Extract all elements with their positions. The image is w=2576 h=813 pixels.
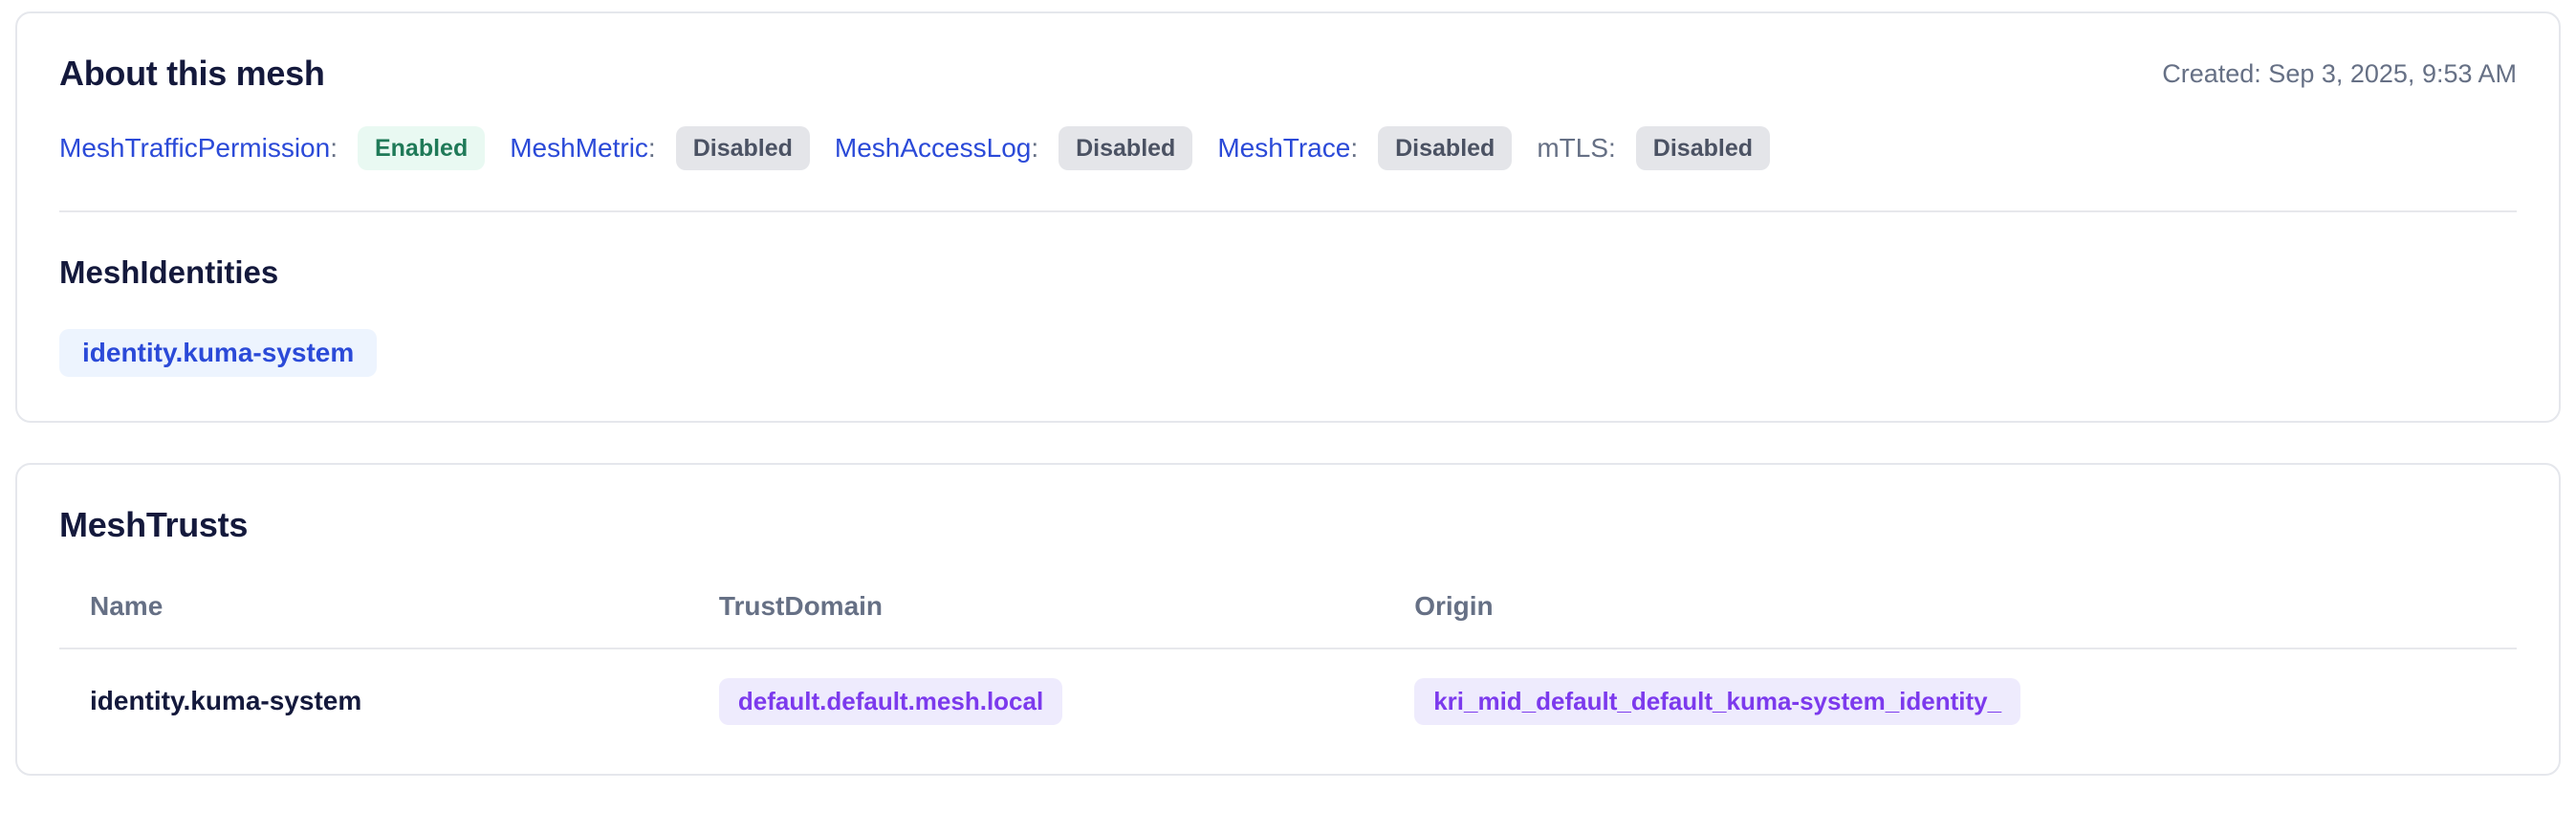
feature-mesh-metric: MeshMetric: Disabled	[510, 126, 810, 170]
colon-separator: :	[330, 133, 338, 163]
column-header-origin: Origin	[1384, 556, 2517, 649]
status-badge-disabled: Disabled	[1059, 126, 1193, 170]
status-badge-disabled: Disabled	[1635, 126, 1770, 170]
feature-label: MeshMetric:	[510, 133, 655, 164]
trust-name: identity.kuma-system	[90, 686, 362, 716]
mesh-traffic-permission-link[interactable]: MeshTrafficPermission	[59, 133, 330, 163]
feature-label: MeshAccessLog:	[835, 133, 1038, 164]
feature-mesh-trace: MeshTrace: Disabled	[1217, 126, 1513, 170]
mesh-trusts-card: MeshTrusts Name TrustDomain Origin ident…	[15, 462, 2561, 776]
mesh-identities-heading: MeshIdentities	[59, 254, 279, 290]
mtls-label: mTLS	[1537, 133, 1609, 163]
colon-separator: :	[1031, 133, 1039, 163]
feature-mesh-access-log: MeshAccessLog: Disabled	[835, 126, 1193, 170]
mesh-feature-list: MeshTrafficPermission: Enabled MeshMetri…	[59, 126, 2517, 170]
column-header-name: Name	[59, 556, 688, 649]
mesh-identities-list: identity.kuma-system	[59, 329, 2517, 377]
table-header-row: Name TrustDomain Origin	[59, 556, 2517, 649]
status-badge-disabled: Disabled	[675, 126, 810, 170]
trusts-card-title: MeshTrusts	[59, 504, 249, 544]
table-row: identity.kuma-system default.default.mes…	[59, 648, 2517, 758]
about-card-header: About this mesh Created: Sep 3, 2025, 9:…	[59, 54, 2517, 94]
about-card-title: About this mesh	[59, 54, 325, 93]
status-badge-disabled: Disabled	[1378, 126, 1513, 170]
feature-mesh-traffic-permission: MeshTrafficPermission: Enabled	[59, 126, 486, 170]
cell-name: identity.kuma-system	[59, 648, 688, 758]
colon-separator: :	[1608, 133, 1616, 163]
identity-tag: identity.kuma-system	[59, 329, 378, 377]
column-header-trust-domain: TrustDomain	[688, 556, 1385, 649]
colon-separator: :	[647, 133, 656, 163]
origin-tag: kri_mid_default_default_kuma-system_iden…	[1414, 677, 2021, 725]
about-mesh-card: About this mesh Created: Sep 3, 2025, 9:…	[15, 11, 2561, 423]
status-badge-enabled: Enabled	[357, 126, 486, 170]
mesh-trace-link[interactable]: MeshTrace	[1217, 133, 1350, 163]
feature-label: MeshTrace:	[1217, 133, 1358, 164]
mesh-access-log-link[interactable]: MeshAccessLog	[835, 133, 1031, 163]
card-divider	[59, 210, 2517, 212]
mesh-trusts-table: Name TrustDomain Origin identity.kuma-sy…	[59, 556, 2517, 758]
cell-origin: kri_mid_default_default_kuma-system_iden…	[1384, 648, 2517, 758]
colon-separator: :	[1350, 133, 1359, 163]
feature-mtls: mTLS: Disabled	[1537, 126, 1770, 170]
mesh-metric-link[interactable]: MeshMetric	[510, 133, 648, 163]
cell-trust-domain: default.default.mesh.local	[688, 648, 1384, 758]
feature-label: MeshTrafficPermission:	[59, 133, 338, 164]
feature-label: mTLS:	[1537, 133, 1615, 164]
trust-domain-tag: default.default.mesh.local	[718, 677, 1063, 725]
created-timestamp: Created: Sep 3, 2025, 9:53 AM	[2162, 58, 2517, 88]
